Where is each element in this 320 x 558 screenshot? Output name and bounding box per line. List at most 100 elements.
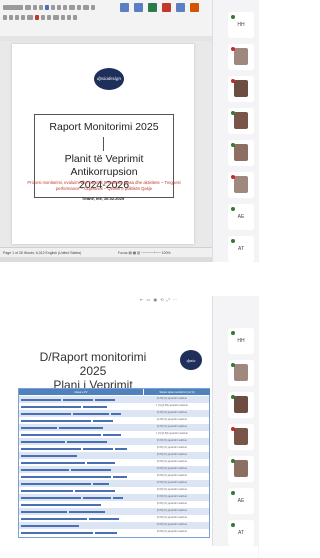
measure-cell: [21, 488, 133, 493]
mic-status-icon: [231, 427, 235, 431]
status-cell: [0-50] (%) pjesërisht realizuar: [157, 510, 187, 512]
mic-status-icon: [231, 459, 235, 463]
presenter-toolbar[interactable]: ⇤ ▭ ▣ ⟲ ⤢ ⋯: [140, 296, 212, 304]
organization-logo: dpsiadesign: [94, 68, 124, 90]
measure-cell: [21, 432, 133, 437]
styles-button[interactable]: [118, 3, 130, 27]
measure-cell: [21, 474, 133, 479]
measure-cell: [21, 397, 133, 402]
mic-status-icon: [231, 175, 235, 179]
bottom-participant-tile[interactable]: [228, 424, 254, 450]
top-participant-tile[interactable]: [228, 76, 254, 102]
copilot-button[interactable]: [188, 3, 200, 27]
status-cell: [0-50] (%) pjesërisht realizuar: [157, 454, 187, 456]
participant-video: [234, 80, 248, 97]
table-row: 1 (%) [0-50] pjesërisht realizuar: [19, 431, 209, 438]
table-row: [0-25] (%) pjesërisht realizuar: [19, 410, 209, 417]
table-row: [0-25] (%) pjesërisht realizuar: [19, 417, 209, 424]
measure-cell: [21, 502, 133, 507]
slide-table: Masat e PV Statusi sipas monitorimit (në…: [18, 388, 210, 538]
measure-cell: [21, 509, 133, 514]
presenter-toolbar-icons[interactable]: ⇤ ▭ ▣ ⟲ ⤢ ⋯: [140, 297, 178, 302]
status-cell: [0-25] (%) pjesërisht realizuar: [157, 426, 187, 428]
bottom-margin: [0, 546, 258, 558]
slide-title-line1: D/Raport monitorimi 2025: [39, 350, 147, 378]
top-participant-tile[interactable]: [228, 44, 254, 70]
participant-video: [234, 48, 248, 65]
table-row: [0-50] (%) pjesërisht realizuar: [19, 438, 209, 445]
status-cell: [0-50] (%) pjesërisht realizuar: [157, 496, 187, 498]
status-cell: [0-50] (%) pjesërisht realizuar: [157, 482, 187, 484]
find-button[interactable]: [132, 3, 144, 27]
measure-cell: [21, 530, 133, 535]
measure-cell: [21, 446, 133, 451]
status-cell: [0-50] (%) pjesërisht realizuar: [157, 440, 187, 442]
table-row: [0-50] (%) pjesërisht realizuar: [19, 522, 209, 529]
participant-video: [234, 396, 248, 413]
measure-cell: [21, 516, 133, 521]
status-cell: [0-50] (%) pjesërisht realizuar: [157, 447, 187, 449]
status-cell: [0-50] (%) pjesërisht realizuar: [157, 489, 187, 491]
participant-video: [234, 176, 248, 193]
table-row: [0-50] (%) pjesërisht realizuar: [19, 452, 209, 459]
measure-cell: [21, 418, 133, 423]
table-row: [0-50] (%) pjesërisht realizuar: [19, 487, 209, 494]
slide-logo: dpsia: [180, 350, 202, 370]
participant-video: [234, 460, 248, 477]
mic-status-icon: [231, 143, 235, 147]
table-row: [0-50] (%) pjesërisht realizuar: [19, 529, 209, 536]
word-ribbon: [0, 0, 212, 37]
slide: D/Raport monitorimi 2025 Plani i Veprimi…: [14, 316, 212, 542]
document-date: Tiranë, më, 26.02.2025: [81, 196, 125, 201]
table-row: [0-50] (%) pjesërisht realizuar: [19, 445, 209, 452]
bottom-participant-tile[interactable]: [228, 392, 254, 418]
dictate-button[interactable]: [174, 3, 186, 27]
editor-button[interactable]: [146, 3, 158, 27]
measure-cell: [21, 523, 133, 528]
bottom-participant-tile[interactable]: [228, 360, 254, 386]
participant-initials: HH: [237, 338, 245, 344]
status-right[interactable]: Focus ▤ ▦ ▥ ─────+── 100%: [118, 251, 171, 255]
taskbar-strip: [0, 257, 212, 262]
table-row: [0-50] (%) pjesërisht realizuar: [19, 515, 209, 522]
addins-button[interactable]: [160, 3, 172, 27]
table-row: [0-50] (%) pjesërisht realizuar: [19, 480, 209, 487]
participant-initials: AE: [237, 498, 245, 504]
participant-video: [234, 364, 248, 381]
mic-status-icon: [231, 523, 235, 527]
measure-cell: [21, 495, 133, 500]
mic-status-icon: [231, 79, 235, 83]
table-row: 1 (%) [0-25] pjesërisht realizuar: [19, 403, 209, 410]
participant-video: [234, 112, 248, 129]
top-participant-tile[interactable]: [228, 140, 254, 166]
measure-cell: [21, 411, 133, 416]
bottom-participant-tile[interactable]: AT: [228, 520, 254, 546]
bottom-participant-tile[interactable]: HH: [228, 328, 254, 354]
status-left: Page 1 of 26 Words: 6,012 English (Unite…: [3, 251, 82, 255]
table-row: [0-50] (%) pjesërisht realizuar: [19, 459, 209, 466]
ribbon-format-row[interactable]: [3, 14, 77, 20]
mic-status-icon: [231, 363, 235, 367]
top-participant-tile[interactable]: AE: [228, 204, 254, 230]
status-cell: [0-25] (%) pjesërisht realizuar: [157, 419, 187, 421]
top-participant-tile[interactable]: [228, 172, 254, 198]
document-page[interactable]: dpsiadesign Raport Monitorimi 2025 Plani…: [12, 44, 194, 244]
participant-initials: AT: [237, 530, 245, 536]
top-participant-tile[interactable]: AT: [228, 236, 254, 262]
table-row: [0-50] (%) pjesërisht realizuar: [19, 473, 209, 480]
status-cell: [0-25] (%) pjesërisht realizuar: [157, 398, 187, 400]
top-participant-tile[interactable]: HH: [228, 12, 254, 38]
mic-status-icon: [231, 111, 235, 115]
status-cell: [0-50] (%) pjesërisht realizuar: [157, 524, 187, 526]
bottom-participant-tile[interactable]: AE: [228, 488, 254, 514]
mic-status-icon: [231, 207, 235, 211]
participant-initials: AE: [237, 214, 245, 220]
measure-cell: [21, 404, 133, 409]
status-cell: 1 (%) [0-50] pjesërisht realizuar: [156, 433, 188, 435]
ribbon-font-row[interactable]: [3, 4, 95, 10]
top-participant-tile[interactable]: [228, 108, 254, 134]
measure-cell: [21, 467, 133, 472]
mic-status-icon: [231, 395, 235, 399]
status-cell: [0-50] (%) pjesërisht realizuar: [157, 531, 187, 533]
bottom-participant-tile[interactable]: [228, 456, 254, 482]
